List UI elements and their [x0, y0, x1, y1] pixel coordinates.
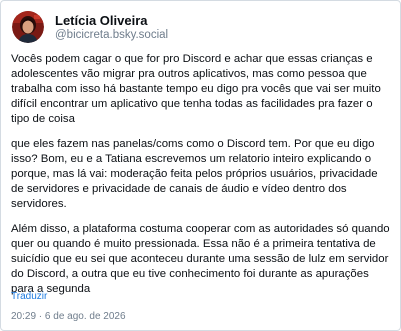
post-paragraph: Vocês podem cagar o que for pro Discord …: [11, 53, 381, 125]
author-display-name[interactable]: Letícia Oliveira: [55, 13, 168, 28]
post-timestamp: 20:29 · 6 de ago. de 2026: [11, 311, 126, 322]
avatar-photo-icon: [12, 11, 44, 43]
post-header: Letícia Oliveira @bicicreta.bsky.social: [12, 10, 168, 44]
post-text: Vocês podem cagar o que for pro Discord …: [11, 52, 393, 297]
translate-link[interactable]: Traduzir: [11, 291, 47, 303]
author-names: Letícia Oliveira @bicicreta.bsky.social: [55, 13, 168, 42]
author-handle[interactable]: @bicicreta.bsky.social: [55, 28, 168, 42]
avatar[interactable]: [12, 11, 44, 43]
post-card: Letícia Oliveira @bicicreta.bsky.social …: [0, 0, 401, 331]
post-paragraph: Além disso, a plataforma costuma coopera…: [11, 223, 390, 295]
post-paragraph: que eles fazem nas panelas/coms como o D…: [11, 138, 378, 210]
